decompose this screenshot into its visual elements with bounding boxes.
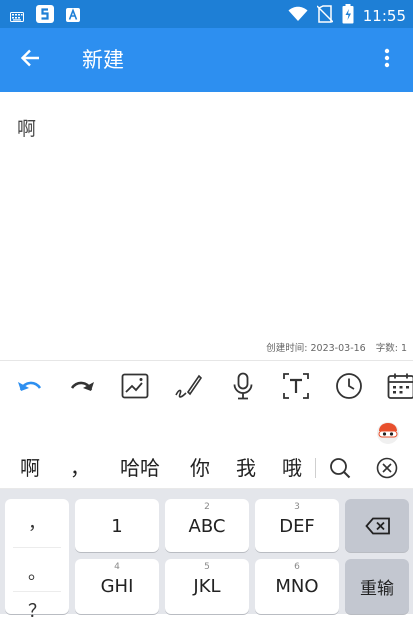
candidate-item[interactable]: 我 — [236, 454, 256, 482]
voice-input-button[interactable] — [227, 372, 259, 404]
note-content[interactable]: 啊 — [17, 114, 36, 141]
more-options-button[interactable] — [369, 42, 405, 78]
word-count-label: 字数: — [376, 343, 398, 354]
backspace-button[interactable] — [345, 499, 409, 552]
candidate-item[interactable]: 你 — [190, 454, 210, 482]
a-app-icon — [66, 7, 80, 26]
punct-key[interactable]: ？ — [5, 597, 69, 623]
battery-charging-icon — [342, 4, 354, 28]
punctuation-column[interactable]: ， 。 ？ — [5, 499, 69, 614]
note-editor[interactable]: 啊 创建时间: 2023-03-16 字数: 1 — [0, 92, 413, 360]
close-circle-icon[interactable] — [376, 457, 398, 483]
status-time: 11:55 — [363, 6, 406, 26]
reset-input-button[interactable]: 重输 — [345, 559, 409, 614]
key-ghi[interactable]: 4 GHI — [75, 559, 159, 614]
arrow-left-icon — [20, 49, 40, 71]
ime-logo-button[interactable] — [376, 420, 400, 444]
key-abc[interactable]: 2 ABC — [165, 499, 249, 552]
keyboard-icon — [10, 7, 24, 26]
punct-divider — [13, 591, 61, 592]
key-def[interactable]: 3 DEF — [255, 499, 339, 552]
more-vert-icon — [384, 48, 390, 72]
text-box-button[interactable] — [280, 372, 312, 404]
word-count-value: 1 — [401, 343, 407, 354]
redo-icon — [69, 376, 95, 400]
key-number: 3 — [255, 502, 339, 512]
created-time: 创建时间: 2023-03-16 — [266, 340, 365, 354]
candidate-divider — [315, 458, 316, 478]
wifi-icon — [288, 6, 308, 26]
key-number: 6 — [255, 562, 339, 572]
ime-top-strip — [0, 414, 413, 448]
created-date: 2023-03-16 — [311, 343, 366, 354]
candidate-item[interactable]: 哦 — [282, 454, 302, 482]
handwriting-button[interactable] — [172, 372, 204, 404]
key-1[interactable]: 1 — [75, 499, 159, 552]
key-label: JKL — [165, 575, 249, 599]
punct-key[interactable]: ， — [5, 509, 69, 535]
key-label: 1 — [75, 515, 159, 539]
note-meta: 创建时间: 2023-03-16 字数: 1 — [266, 340, 407, 354]
reminder-button[interactable] — [333, 372, 365, 404]
editor-toolbar — [0, 360, 413, 415]
no-sim-icon — [317, 5, 333, 27]
undo-button[interactable] — [14, 372, 46, 404]
image-icon — [121, 373, 149, 403]
key-label: MNO — [255, 575, 339, 599]
page-title: 新建 — [82, 46, 124, 74]
undo-icon — [17, 376, 43, 400]
key-mno[interactable]: 6 MNO — [255, 559, 339, 614]
key-number: 2 — [165, 502, 249, 512]
ime-candidate-bar: 啊 ， 哈哈 你 我 哦 — [0, 448, 413, 489]
app-bar: 新建 — [0, 28, 413, 92]
candidate-item[interactable]: 哈哈 — [120, 454, 160, 482]
calendar-icon — [387, 372, 413, 404]
punct-divider — [13, 547, 61, 548]
punct-key[interactable]: 。 — [5, 559, 69, 585]
search-icon[interactable] — [329, 457, 351, 483]
word-count: 字数: 1 — [376, 340, 407, 354]
reset-label: 重输 — [345, 577, 409, 601]
key-label: DEF — [255, 515, 339, 539]
key-jkl[interactable]: 5 JKL — [165, 559, 249, 614]
text-box-icon — [282, 372, 310, 404]
created-label: 创建时间: — [266, 343, 307, 354]
key-label: ABC — [165, 515, 249, 539]
microphone-icon — [232, 372, 254, 404]
calendar-button[interactable] — [385, 372, 413, 404]
key-number: 4 — [75, 562, 159, 572]
back-button[interactable] — [12, 42, 48, 78]
redo-button[interactable] — [66, 372, 98, 404]
key-number: 5 — [165, 562, 249, 572]
handwriting-icon — [173, 372, 203, 404]
key-label: GHI — [75, 575, 159, 599]
s-app-icon — [36, 5, 54, 27]
ime-logo-icon — [376, 429, 400, 448]
candidate-item[interactable]: ， — [70, 454, 90, 482]
candidate-item[interactable]: 啊 — [20, 454, 40, 482]
status-bar: 11:55 — [0, 0, 413, 28]
ime-keyboard: ， 。 ？ 1 2 ABC 3 DEF 4 GHI 5 JKL 6 MNO 重输 — [0, 489, 413, 614]
insert-image-button[interactable] — [119, 372, 151, 404]
backspace-icon — [365, 517, 391, 539]
clock-icon — [335, 372, 363, 404]
